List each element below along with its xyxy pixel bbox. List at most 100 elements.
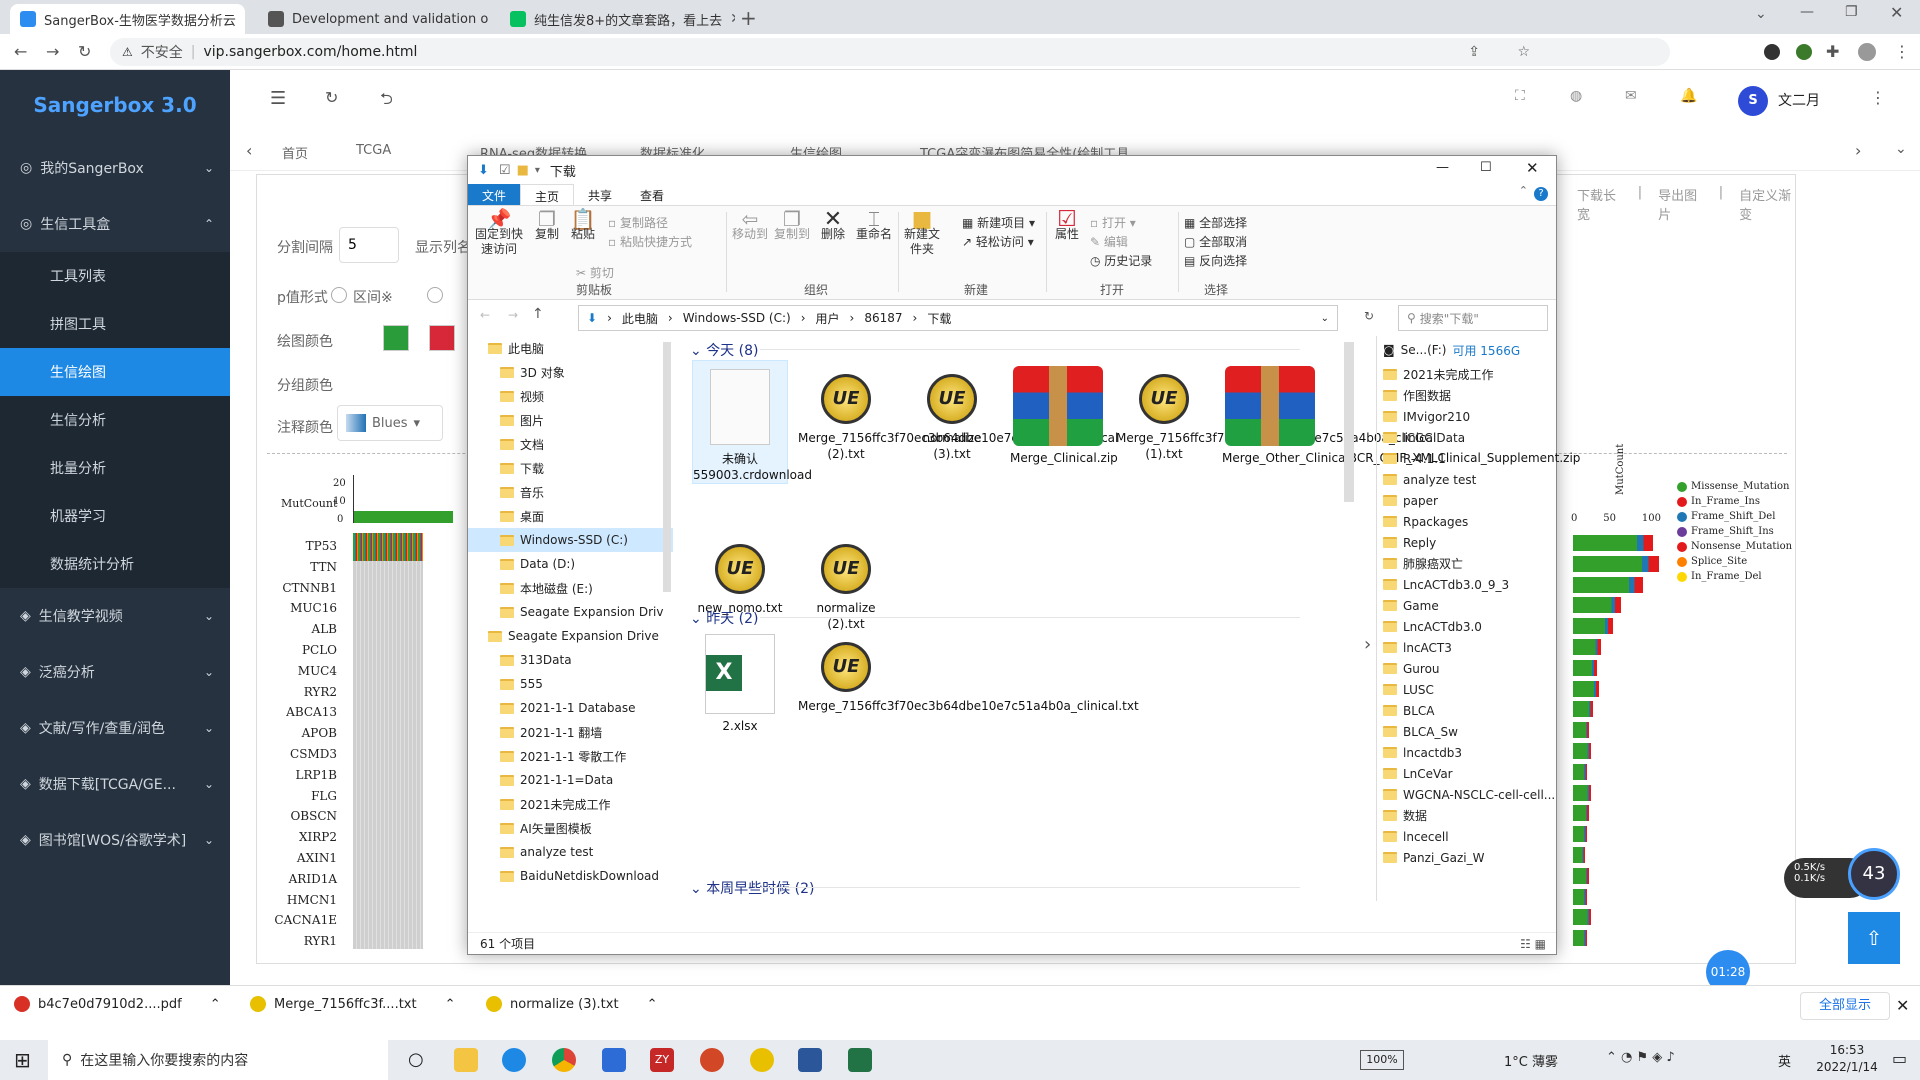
show-all-downloads-button[interactable]: 全部显示 [1800,992,1890,1020]
right-folder-item[interactable]: paper [1377,490,1566,511]
app-tab-0[interactable]: 首页 [282,143,308,162]
nav-item[interactable]: 313Data [468,648,673,672]
tabs-right-icon[interactable]: › [1855,141,1861,160]
view-toggle-icons[interactable]: ☷ ▦ [1520,937,1546,951]
right-folder-item[interactable]: LncACTdb3.0 [1377,616,1566,637]
properties-quick-icon[interactable]: ☑ [499,163,511,178]
reload-icon[interactable]: ↻ [78,42,91,61]
nav-item[interactable]: 2021未完成工作 [468,792,673,816]
nav-item[interactable]: 2021-1-1 Database [468,696,673,720]
task-view-icon[interactable]: ○ [408,1049,424,1070]
browser-tab-1[interactable]: Development and validation o✕ [258,4,493,34]
app-tab-1[interactable]: TCGA [356,143,391,158]
pin-quick-access-button[interactable]: 📌 固定到快速访问 [474,209,524,257]
content-scrollbar[interactable] [1344,342,1354,502]
drive-header[interactable]: ◙ Se...(F:) 可用 1566G [1377,336,1566,364]
explorer-maximize-button[interactable]: ☐ [1480,160,1492,175]
close-window-button[interactable]: ✕ [1890,3,1903,22]
nav-item[interactable]: 2021-1-1=Data [468,768,673,792]
undo-icon[interactable]: ⮌ [380,88,393,115]
tab-file[interactable]: 文件 [468,184,521,205]
nav-item[interactable]: Seagate Expansion Drive [468,624,673,648]
restore-button[interactable]: ❐ [1845,4,1858,20]
invert-selection-button[interactable]: ▤ 反向选择 [1184,252,1247,269]
globe-icon[interactable]: ◍ [1570,88,1582,104]
sidebar-item-4[interactable]: 批量分析 [0,444,230,492]
tray-icons[interactable]: ⌃ ◔ ⚑ ◈ ♪ [1606,1050,1675,1065]
ultraedit-taskbar-icon[interactable] [750,1048,774,1072]
close-shelf-icon[interactable]: ✕ [1896,996,1909,1015]
back-to-top-button[interactable]: ⇧ [1848,912,1900,964]
move-to-button[interactable]: ⇦ 移动到 [730,209,770,242]
sidebar-more-4[interactable]: ◈ 图书馆[WOS/谷歌学术] ⌄ [0,812,230,868]
edit-button[interactable]: ✎ 编辑 [1090,233,1128,250]
color-picker-green[interactable] [383,325,409,351]
refresh-icon[interactable]: ↻ [325,88,338,107]
explorer-up-icon[interactable]: ↑ [532,306,544,322]
nav-item[interactable]: 文档 [468,432,673,456]
bookmark-star-icon[interactable]: ☆ [1517,44,1530,60]
right-folder-item[interactable]: lncACT3 [1377,637,1566,658]
sidebar-section-0[interactable]: ◎ 我的SangerBox ⌄ [0,140,230,196]
download-item[interactable]: Merge_7156ffc3f....txt ⌃ [250,996,456,1012]
group-header[interactable]: ⌄ 今天 (8) [690,340,758,360]
nav-item[interactable]: 视频 [468,384,673,408]
sidebar-more-2[interactable]: ◈ 文献/写作/查重/润色 ⌄ [0,700,230,756]
right-folder-item[interactable]: 2021未完成工作 [1377,364,1566,385]
crumb-this-pc[interactable]: 此电脑 [622,310,658,327]
sidebar-item-2[interactable]: 生信绘图 [0,348,230,396]
right-folder-item[interactable]: 肺腺癌双亡 [1377,553,1566,574]
right-folder-item[interactable]: Panzi_Gazi_W [1377,847,1566,868]
right-folder-item[interactable]: 数据 [1377,805,1566,826]
right-folder-item[interactable]: WGCNA-NSCLC-cell-cell... [1377,784,1566,805]
share-icon[interactable]: ⇪ [1468,44,1480,60]
ribbon-collapse-icon[interactable]: ⌃ [1519,184,1528,205]
cut-button[interactable]: ✂ 剪切 [576,264,614,281]
nav-item[interactable]: 图片 [468,408,673,432]
tab-view[interactable]: 查看 [626,184,678,205]
sidebar-item-5[interactable]: 机器学习 [0,492,230,540]
feishu-taskbar-icon[interactable] [602,1048,626,1072]
easy-access-button[interactable]: ↗ 轻松访问 ▾ [962,233,1034,250]
nav-item[interactable]: 下载 [468,456,673,480]
sidebar-item-1[interactable]: 拼图工具 [0,300,230,348]
profile-avatar-icon[interactable] [1858,43,1876,61]
user-name[interactable]: 文二月 [1778,90,1820,110]
right-folder-item[interactable]: LncACTdb3.0_9_3 [1377,574,1566,595]
group-header[interactable]: ⌄ 本周早些时候 (2) [690,878,814,898]
right-folder-item[interactable]: Game [1377,595,1566,616]
tab-home[interactable]: 主页 [520,184,575,205]
rename-button[interactable]: ⌶ 重命名 [854,209,894,242]
pformat-radio[interactable] [331,287,347,303]
nav-item[interactable]: BaiduNetdiskDownload [468,864,673,888]
nav-item[interactable]: 2021-1-1 零散工作 [468,744,673,768]
quick-access-dropdown-icon[interactable]: ▾ [535,165,540,176]
chevron-up-icon[interactable]: ⌃ [647,997,658,1012]
chevron-up-icon[interactable]: ⌃ [210,997,221,1012]
select-none-button[interactable]: ▢ 全部取消 [1184,233,1247,250]
cpu-usage-widget[interactable]: 43 [1848,848,1900,900]
sidebar-item-6[interactable]: 数据统计分析 [0,540,230,588]
windows-start-icon[interactable]: ⊞ [14,1048,31,1072]
right-folder-item[interactable]: Reply [1377,532,1566,553]
expand-pane-icon[interactable]: › [1364,634,1371,655]
path-refresh-icon[interactable]: ↻ [1364,309,1374,323]
file-explorer-taskbar-icon[interactable] [454,1048,478,1072]
explorer-search[interactable]: ⚲ 搜索"下载" [1398,305,1548,331]
nav-item[interactable]: AI矢量图模板 [468,816,673,840]
sidebar-item-0[interactable]: 工具列表 [0,252,230,300]
folder-quick-icon[interactable]: ■ [517,163,529,178]
right-folder-item[interactable]: IMvigor210 [1377,406,1566,427]
bell-icon[interactable]: 🔔 [1680,88,1697,104]
back-icon[interactable]: ← [14,42,27,61]
browser-menu-icon[interactable]: ⋮ [1894,42,1910,61]
sidebar-item-3[interactable]: 生信分析 [0,396,230,444]
copy-path-button[interactable]: ▫ 复制路径 [608,214,668,231]
weather-text[interactable]: 1°C 薄雾 [1504,1051,1558,1070]
explorer-minimize-button[interactable]: — [1436,160,1449,175]
minimize-button[interactable]: — [1800,4,1814,20]
fullscreen-icon[interactable]: ⛶ [1515,88,1525,104]
close-tab-icon[interactable]: ✕ [730,11,735,27]
right-folder-item[interactable]: BLCA_Sw [1377,721,1566,742]
sidebar-more-1[interactable]: ◈ 泛癌分析 ⌄ [0,644,230,700]
